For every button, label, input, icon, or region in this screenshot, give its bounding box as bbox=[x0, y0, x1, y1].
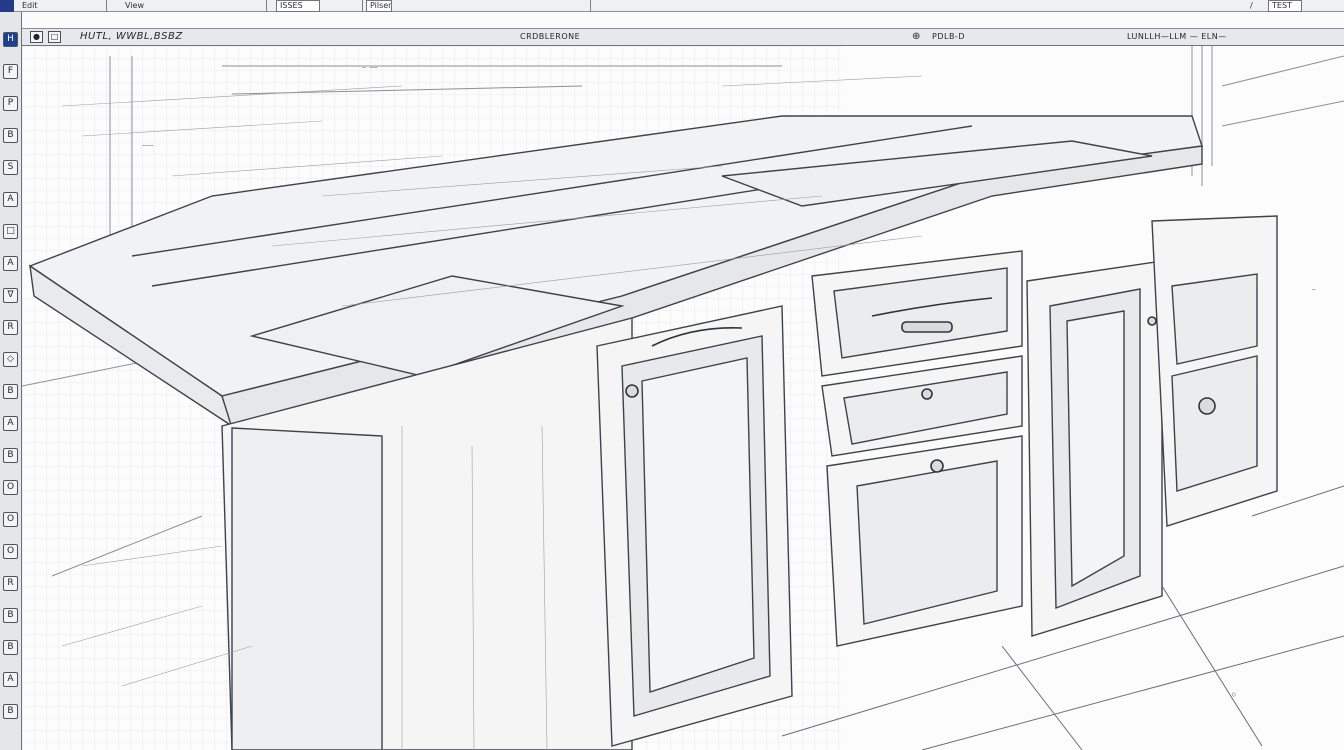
menu-divider bbox=[106, 0, 107, 12]
palette-tool-button[interactable]: A bbox=[3, 256, 18, 271]
palette-tool-button[interactable]: B bbox=[3, 128, 18, 143]
layer-path-label[interactable]: HUTL, WWBL,BSBZ bbox=[80, 29, 240, 45]
cad-application: Edit View ISSES Pilsen / TEST H F P B S A □ A ∇ R… bbox=[0, 0, 1344, 750]
palette-tool-button[interactable]: ◇ bbox=[3, 352, 18, 367]
zoom-tool-icon[interactable]: □ bbox=[48, 31, 61, 43]
annotation-note: ——— bbox=[142, 142, 154, 149]
palette-tool-button[interactable]: O bbox=[3, 544, 18, 559]
palette-tool-button[interactable]: A bbox=[3, 416, 18, 431]
palette-tool-button[interactable]: □ bbox=[3, 224, 18, 239]
menu-view[interactable]: View bbox=[125, 0, 185, 12]
app-logo-icon bbox=[0, 0, 14, 12]
palette-tool-button[interactable]: B bbox=[3, 608, 18, 623]
pan-tool-icon[interactable]: ● bbox=[30, 31, 43, 43]
status-readout: LUNLLH—LLM — ELN— bbox=[1127, 32, 1227, 41]
palette-tool-button[interactable]: F bbox=[3, 64, 18, 79]
palette-tool-button[interactable]: B bbox=[3, 448, 18, 463]
annotation-note: — bbox=[1312, 286, 1316, 293]
palette-tool-button[interactable]: S bbox=[3, 160, 18, 175]
document-name-label: CRDBLERONE bbox=[520, 32, 581, 41]
cabinet-sketch bbox=[22, 46, 1344, 750]
palette-tool-button[interactable]: B bbox=[3, 384, 18, 399]
palette-tool-button[interactable]: P bbox=[3, 96, 18, 111]
snap-icon[interactable]: ⊕ bbox=[912, 29, 924, 45]
palette-tool-button[interactable]: R bbox=[3, 320, 18, 335]
palette-tool-button[interactable]: ∇ bbox=[3, 288, 18, 303]
palette-tool-button[interactable]: R bbox=[3, 576, 18, 591]
palette-tool-button[interactable]: A bbox=[3, 192, 18, 207]
tab-test[interactable]: TEST bbox=[1268, 0, 1302, 12]
palette-tool-button[interactable]: B bbox=[3, 640, 18, 655]
compass-icon: ○ bbox=[1232, 691, 1236, 698]
menu-bar: Edit View ISSES Pilsen / TEST bbox=[0, 0, 1344, 12]
palette-tool-button[interactable]: O bbox=[3, 480, 18, 495]
tool-palette: H F P B S A □ A ∇ R ◇ B A B O O O R B B A B bbox=[0, 12, 22, 750]
menu-divider bbox=[266, 0, 267, 12]
cursor-icon[interactable]: / bbox=[1250, 0, 1260, 12]
snap-mode-label[interactable]: PDLB-D bbox=[932, 29, 992, 45]
menu-divider bbox=[590, 0, 591, 12]
drawing-canvas[interactable]: — —— ——— — ○ bbox=[22, 46, 1344, 750]
palette-tool-button[interactable]: H bbox=[3, 32, 18, 47]
palette-tool-button[interactable]: O bbox=[3, 512, 18, 527]
menu-edit[interactable]: Edit bbox=[22, 0, 102, 12]
annotation-note: — —— bbox=[362, 64, 378, 71]
palette-tool-button[interactable]: B bbox=[3, 704, 18, 719]
palette-tool-button[interactable]: A bbox=[3, 672, 18, 687]
tab-document[interactable]: ISSES bbox=[276, 0, 320, 12]
menu-divider bbox=[362, 0, 363, 12]
tab-tools[interactable]: Pilsen bbox=[366, 0, 392, 12]
drawing-toolbar: ● □ HUTL, WWBL,BSBZ CRDBLERONE ⊕ PDLB-D … bbox=[22, 28, 1344, 46]
